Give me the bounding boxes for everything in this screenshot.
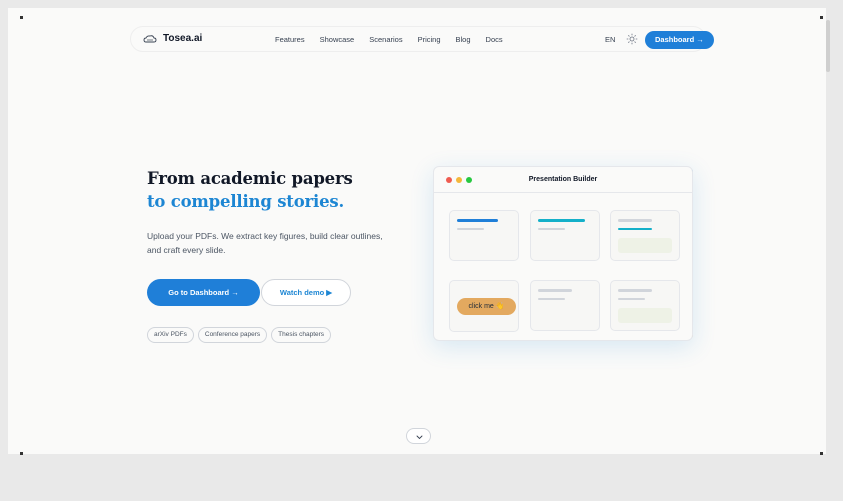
language-toggle[interactable]: EN — [605, 35, 615, 44]
slide-card-6[interactable] — [610, 280, 680, 331]
slide-bar — [538, 289, 572, 292]
hero-subtitle: Upload your PDFs. We extract key figures… — [147, 231, 383, 255]
chip-conference: Conference papers — [197, 327, 268, 343]
slide-bar — [538, 219, 585, 222]
go-to-dashboard-button[interactable]: Go to Dashboard → — [147, 279, 260, 306]
builder-title: Presentation Builder — [528, 176, 598, 183]
nav-link-features[interactable]: Features — [275, 35, 305, 44]
sun-icon[interactable] — [626, 33, 638, 45]
hero-title-line2: to compelling stories. — [147, 192, 345, 211]
nav-link-showcase[interactable]: Showcase — [320, 35, 355, 44]
presentation-builder-window: Presentation Builder click me 👋 — [433, 166, 693, 341]
slide-bar — [618, 228, 652, 230]
slide-bar — [618, 289, 652, 292]
page-viewport: Tosea.ai Features Showcase Scenarios Pri… — [8, 8, 826, 454]
slide-bar — [618, 298, 645, 300]
slide-bar — [538, 228, 565, 230]
cloud-icon — [143, 34, 157, 42]
slide-bar — [538, 298, 565, 300]
nav-link-docs[interactable]: Docs — [486, 35, 503, 44]
logo-text: Tosea.ai — [163, 33, 203, 44]
chevron-down-icon — [416, 435, 423, 440]
slide-card-2[interactable] — [530, 210, 600, 261]
slide-image-block — [618, 308, 672, 323]
hero-title-line1: From academic papers — [147, 169, 353, 188]
source-chips: arXiv PDFs Conference papers Thesis chap… — [147, 327, 332, 343]
crop-mark — [20, 452, 23, 455]
slide-image-block — [618, 238, 672, 253]
scroll-down-button[interactable] — [406, 428, 431, 444]
slide-bar — [618, 219, 652, 222]
slide-card-4[interactable]: click me 👋 — [449, 280, 519, 332]
nav-dashboard-button[interactable]: Dashboard → — [645, 31, 714, 49]
builder-titlebar: Presentation Builder — [434, 167, 692, 193]
nav-link-scenarios[interactable]: Scenarios — [369, 35, 402, 44]
nav-links: Features Showcase Scenarios Pricing Blog… — [275, 35, 503, 44]
crop-mark — [20, 16, 23, 19]
click-me-button[interactable]: click me 👋 — [457, 298, 516, 315]
slide-bar — [457, 228, 484, 230]
crop-mark — [820, 452, 823, 455]
chip-thesis: Thesis chapters — [271, 327, 332, 343]
logo[interactable]: Tosea.ai — [143, 33, 202, 44]
crop-mark — [820, 16, 823, 19]
nav-link-pricing[interactable]: Pricing — [418, 35, 441, 44]
watch-demo-button[interactable]: Watch demo ▶ — [261, 279, 351, 306]
slide-card-1[interactable] — [449, 210, 519, 261]
slide-card-3[interactable] — [610, 210, 680, 261]
scrollbar-thumb[interactable] — [826, 20, 830, 72]
slide-bar — [457, 219, 498, 222]
nav-link-blog[interactable]: Blog — [456, 35, 471, 44]
chip-arxiv: arXiv PDFs — [147, 327, 194, 343]
slide-card-5[interactable] — [530, 280, 600, 331]
top-nav: Tosea.ai Features Showcase Scenarios Pri… — [130, 26, 714, 52]
